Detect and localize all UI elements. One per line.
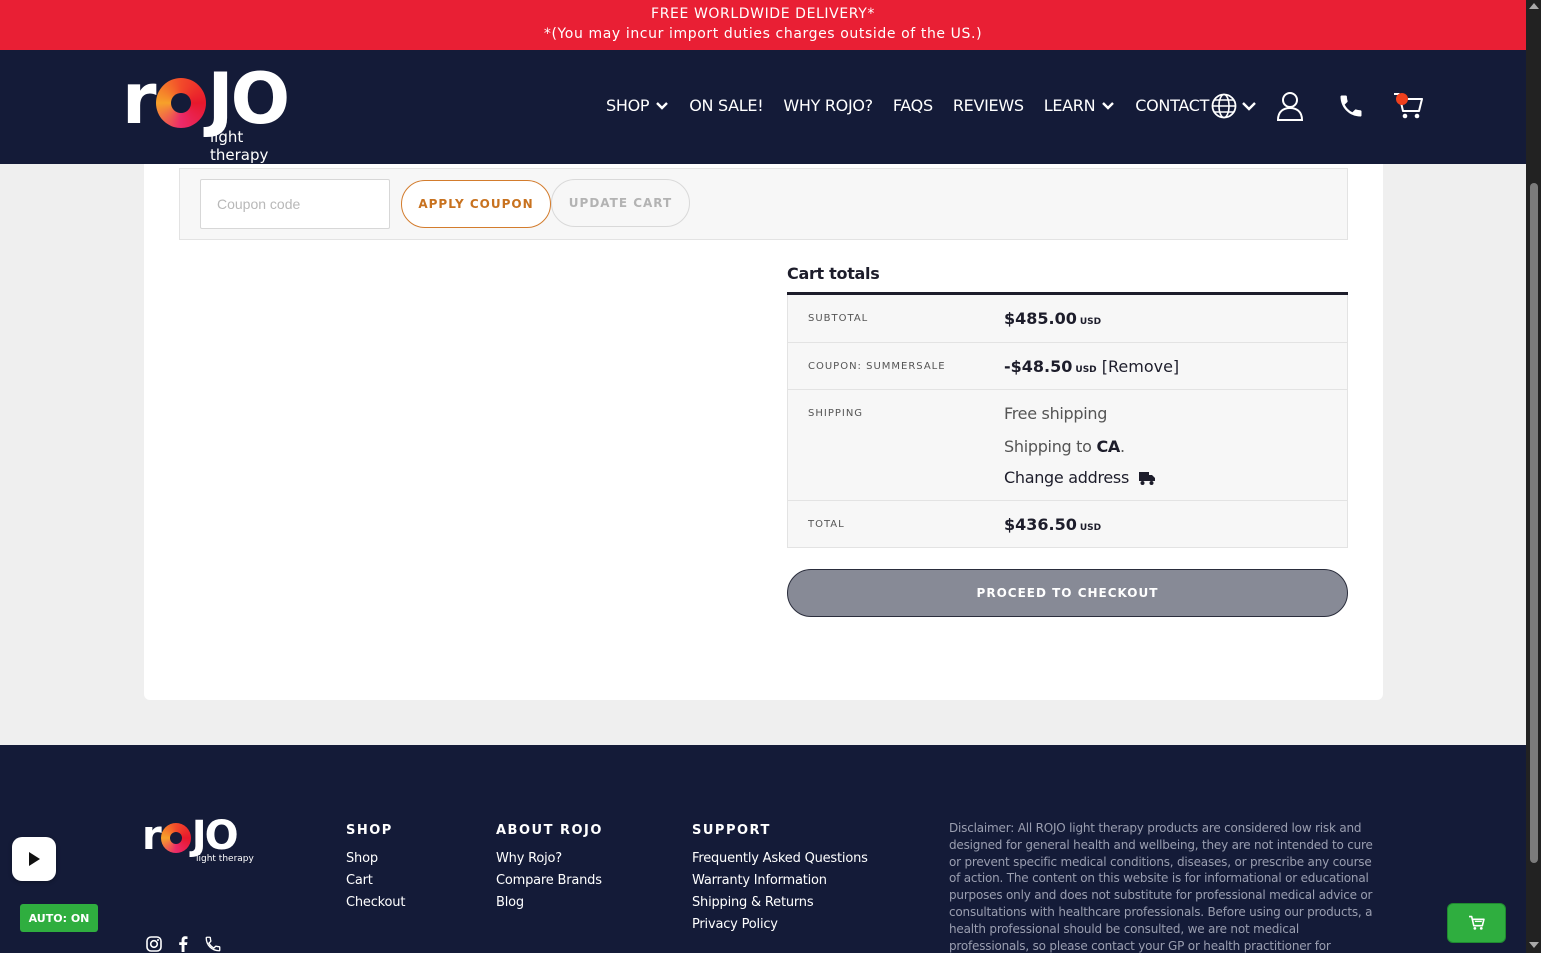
- scroll-up-arrow-icon[interactable]: [1529, 3, 1539, 9]
- promo-banner-line2: *(You may incur import duties charges ou…: [543, 26, 983, 42]
- footer-link-shop[interactable]: Shop: [346, 851, 405, 866]
- footer-link-warranty[interactable]: Warranty Information: [692, 873, 868, 888]
- header-icons: [1210, 90, 1443, 122]
- truck-icon: [1139, 471, 1156, 485]
- nav-reviews[interactable]: REVIEWS: [953, 96, 1024, 115]
- logo-tagline: light therapy: [210, 128, 269, 164]
- footer-link-blog[interactable]: Blog: [496, 895, 603, 910]
- apply-coupon-button[interactable]: APPLY COUPON: [401, 180, 551, 228]
- phone-link[interactable]: [1337, 92, 1365, 120]
- shipping-row: SHIPPING Free shipping Shipping to CA. C…: [787, 390, 1348, 501]
- shipping-destination: Shipping to CA.: [1004, 437, 1125, 456]
- phone-icon: [205, 936, 221, 952]
- coupon-label: COUPON: SUMMERSALE: [808, 361, 946, 372]
- subtotal-value: $485.00 USD: [1004, 309, 1102, 328]
- phone-icon: [1340, 95, 1362, 117]
- footer-link-checkout[interactable]: Checkout: [346, 895, 405, 910]
- logo-o-mark: [155, 78, 206, 128]
- video-play-button[interactable]: [12, 837, 56, 881]
- proceed-to-checkout-button[interactable]: PROCEED TO CHECKOUT: [787, 569, 1348, 617]
- account-link[interactable]: [1275, 90, 1305, 122]
- footer-link-privacy[interactable]: Privacy Policy: [692, 917, 868, 932]
- main-nav: SHOP ON SALE! WHY ROJO? FAQS REVIEWS LEA…: [606, 96, 1229, 115]
- footer-link-compare-brands[interactable]: Compare Brands: [496, 873, 603, 888]
- footer-logo[interactable]: r JO light therapy: [142, 813, 254, 864]
- footer-phone-link[interactable]: [204, 935, 222, 953]
- footer-link-shipping-returns[interactable]: Shipping & Returns: [692, 895, 868, 910]
- scrollbar-thumb[interactable]: [1530, 183, 1538, 863]
- nav-shop[interactable]: SHOP: [606, 96, 669, 115]
- update-cart-button[interactable]: UPDATE CART: [551, 179, 690, 227]
- total-row: TOTAL $436.50 USD: [787, 501, 1348, 548]
- footer-shop-column: SHOP Shop Cart Checkout: [346, 823, 405, 917]
- footer-link-why-rojo[interactable]: Why Rojo?: [496, 851, 603, 866]
- footer-link-faq[interactable]: Frequently Asked Questions: [692, 851, 868, 866]
- footer-logo-tagline: light therapy: [196, 854, 254, 864]
- footer-logo-wordmark: r JO: [142, 813, 239, 859]
- shipping-method: Free shipping: [1004, 404, 1108, 423]
- footer-about-heading: ABOUT ROJO: [496, 823, 603, 838]
- remove-coupon-link[interactable]: [Remove]: [1102, 357, 1179, 376]
- nav-on-sale[interactable]: ON SALE!: [689, 96, 763, 115]
- rojo-logo[interactable]: r JO light therapy: [122, 58, 302, 164]
- cart-totals-table: SUBTOTAL $485.00 USD COUPON: SUMMERSALE -…: [787, 292, 1348, 548]
- site-header: r JO light therapy SHOP ON SALE! WHY ROJO…: [0, 50, 1526, 164]
- floating-cart-button[interactable]: [1447, 903, 1506, 943]
- footer-about-column: ABOUT ROJO Why Rojo? Compare Brands Blog: [496, 823, 603, 917]
- shipping-label: SHIPPING: [808, 408, 864, 419]
- footer-support-heading: SUPPORT: [692, 823, 771, 838]
- auto-toggle-badge[interactable]: AUTO: ON: [20, 904, 98, 932]
- cart-icon: [1468, 915, 1485, 930]
- cart-totals-heading: Cart totals: [787, 264, 880, 283]
- promo-banner-line1: FREE WORLDWIDE DELIVERY*: [651, 6, 875, 22]
- play-icon: [29, 852, 40, 866]
- nav-why-rojo[interactable]: WHY ROJO?: [783, 96, 873, 115]
- globe-icon: [1211, 93, 1237, 119]
- nav-contact[interactable]: CONTACT: [1135, 96, 1209, 115]
- footer-social-links: [146, 935, 238, 953]
- total-value: $436.50 USD: [1004, 515, 1102, 534]
- language-switcher[interactable]: [1210, 92, 1257, 120]
- facebook-link[interactable]: [178, 936, 188, 953]
- footer-shop-heading: SHOP: [346, 823, 393, 838]
- nav-learn[interactable]: LEARN: [1044, 96, 1116, 115]
- coupon-code-input[interactable]: [200, 179, 390, 229]
- coupon-discount-value: -$48.50 USD [Remove]: [1004, 357, 1180, 376]
- instagram-icon: [146, 936, 162, 952]
- user-icon: [1276, 92, 1304, 121]
- instagram-link[interactable]: [146, 936, 162, 953]
- cart-count-badge: [1396, 93, 1408, 105]
- scroll-down-arrow-icon[interactable]: [1529, 942, 1539, 948]
- coupon-row: COUPON: SUMMERSALE -$48.50 USD [Remove]: [787, 343, 1348, 390]
- logo-wordmark: r JO: [122, 58, 290, 140]
- change-address-link[interactable]: Change address: [1004, 468, 1156, 487]
- footer-logo-o-mark: [160, 823, 191, 853]
- subtotal-row: SUBTOTAL $485.00 USD: [787, 295, 1348, 343]
- chevron-down-icon: [1242, 102, 1256, 111]
- facebook-icon: [179, 936, 188, 952]
- total-label: TOTAL: [808, 519, 845, 530]
- chevron-down-icon: [1102, 101, 1115, 110]
- footer-support-column: SUPPORT Frequently Asked Questions Warra…: [692, 823, 868, 939]
- subtotal-label: SUBTOTAL: [808, 313, 869, 324]
- chevron-down-icon: [656, 101, 669, 110]
- promo-banner: FREE WORLDWIDE DELIVERY* *(You may incur…: [0, 0, 1526, 50]
- footer-link-cart[interactable]: Cart: [346, 873, 405, 888]
- footer-disclaimer: Disclaimer: All ROJO light therapy produ…: [949, 821, 1373, 953]
- nav-faqs[interactable]: FAQS: [893, 96, 933, 115]
